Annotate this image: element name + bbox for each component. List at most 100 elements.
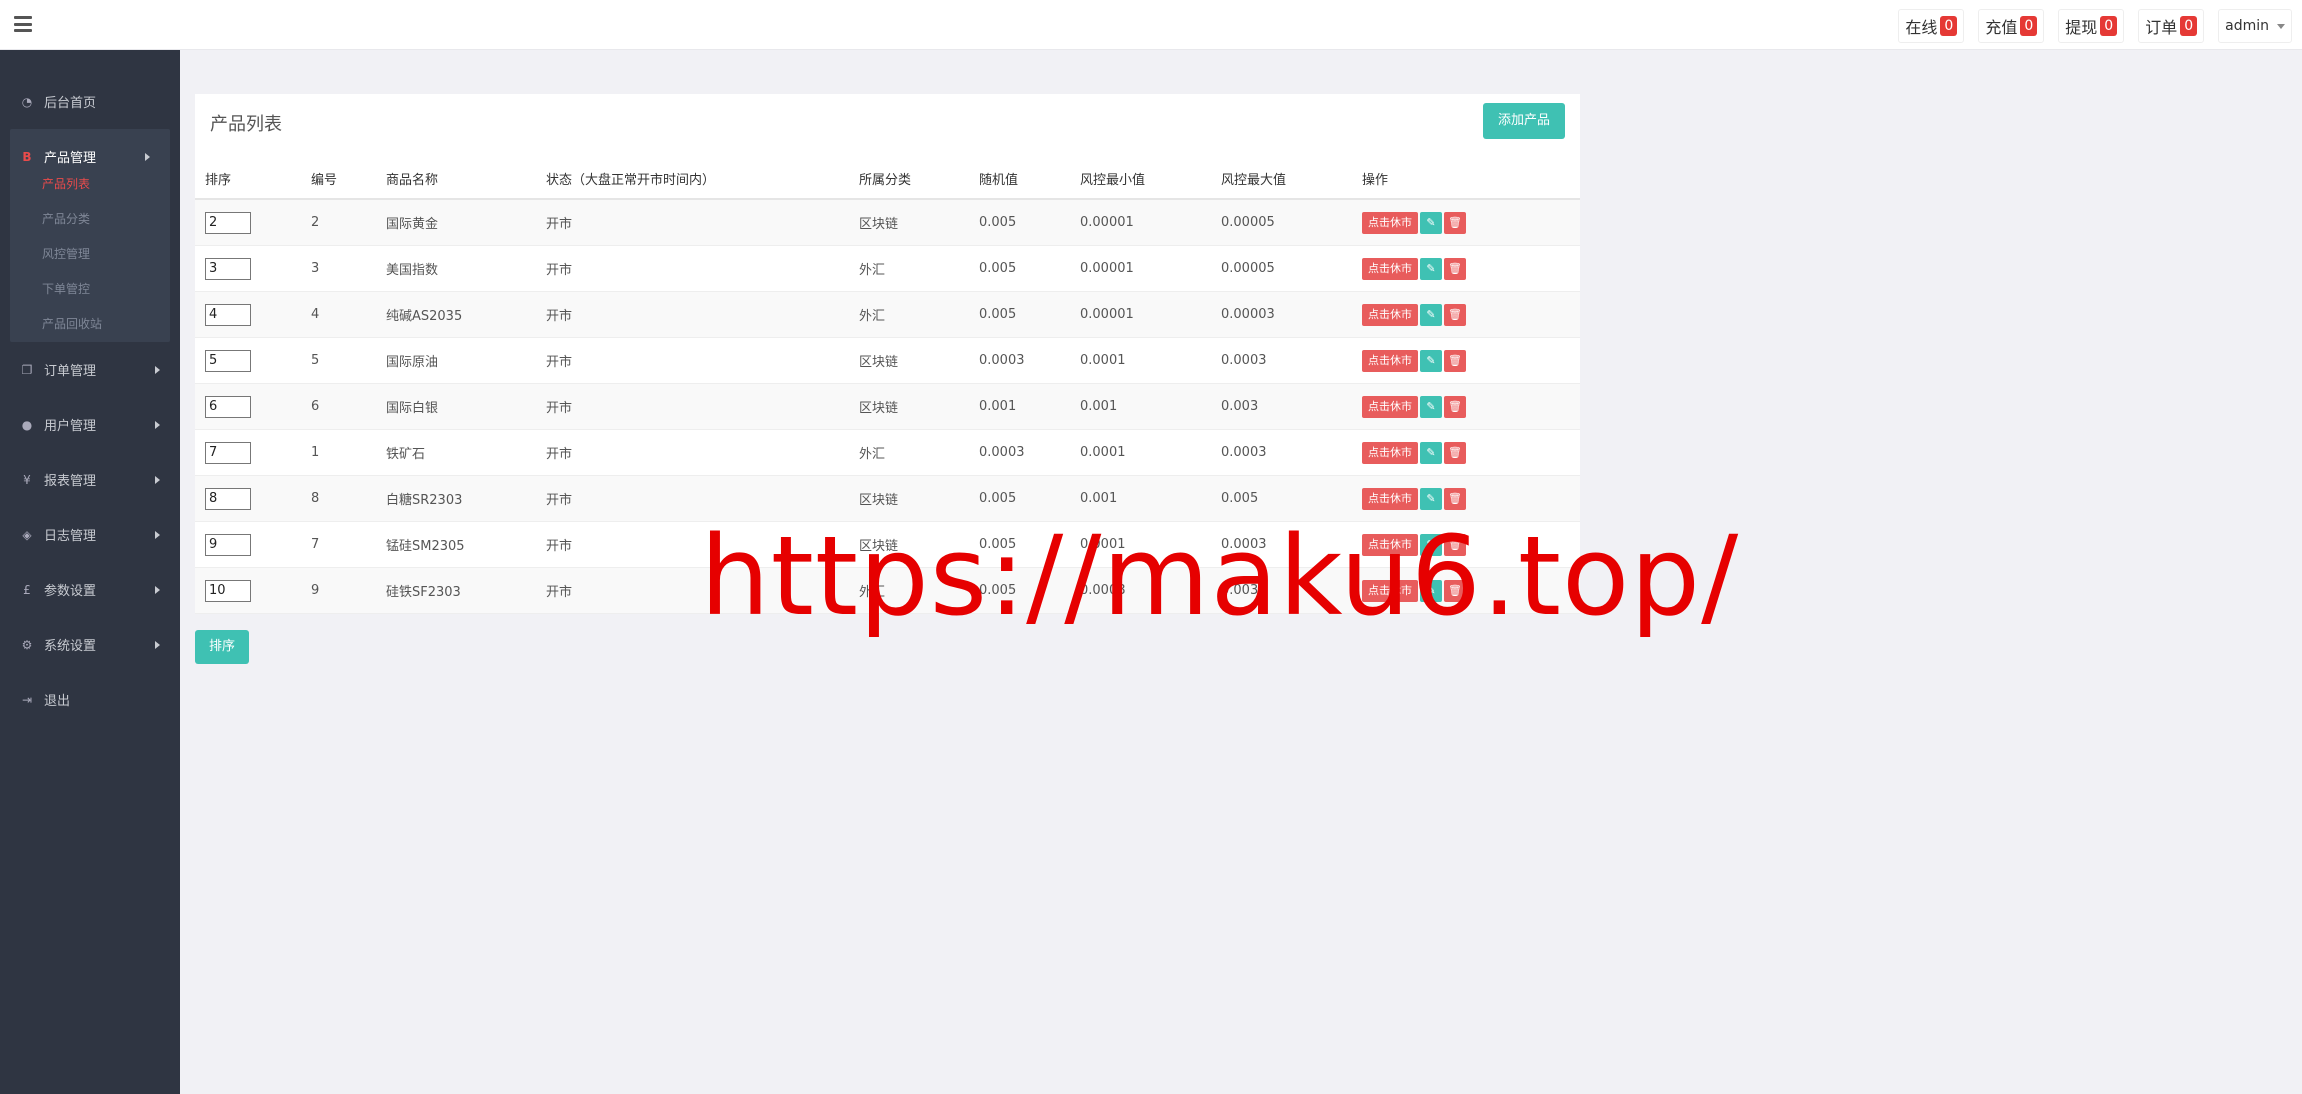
sidebar-sub-product-category[interactable]: 产品分类 [10,202,170,237]
column-header-max: 风控最大值 [1221,158,1362,200]
pencil-icon[interactable]: ✎ [1420,579,1442,602]
id-cell: 3 [311,245,386,292]
max-cell: 0.00005 [1221,245,1362,292]
sidebar-sub-recycle-bin[interactable]: 产品回收站 [10,307,170,342]
close-market-button[interactable]: 点击休市 [1362,349,1418,372]
withdraw-count-button[interactable]: 提现 0 [2058,9,2125,43]
sort-cell [195,199,311,246]
status-cell: 开市 [546,475,859,522]
pencil-icon[interactable]: ✎ [1420,441,1442,464]
category-cell: 外汇 [859,567,979,614]
recharge-count-button[interactable]: 充值 0 [1978,9,2045,43]
min-cell: 0.00001 [1080,291,1221,338]
max-cell: 0.0003 [1221,429,1362,476]
close-market-button[interactable]: 点击休市 [1362,533,1418,556]
sidebar-item-logs[interactable]: ◈ 日志管理 [0,507,180,562]
product-table: 排序 编号 商品名称 状态（大盘正常开市时间内） 所属分类 随机值 风控最小值 … [195,158,1580,614]
sort-input[interactable] [205,257,251,280]
sort-cell [195,383,311,430]
close-market-button[interactable]: 点击休市 [1362,487,1418,510]
sidebar-item-reports[interactable]: ¥ 报表管理 [0,452,180,507]
dashboard-icon: ◔ [21,94,33,109]
sort-input[interactable] [205,487,251,510]
sort-input[interactable] [205,533,251,556]
trash-icon[interactable]: 🗑 [1444,257,1466,280]
pencil-icon[interactable]: ✎ [1420,211,1442,234]
sidebar-item-label: 产品管理 [44,151,97,166]
sidebar-item-label: 退出 [44,694,71,709]
close-market-button[interactable]: 点击休市 [1362,395,1418,418]
close-market-button[interactable]: 点击休市 [1362,303,1418,326]
actions-cell: 点击休市 ✎ 🗑 [1362,567,1580,614]
table-row: 1铁矿石开市外汇0.00030.00010.0003点击休市✎🗑 [195,429,1580,476]
trash-icon[interactable]: 🗑 [1444,487,1466,510]
status-cell: 开市 [546,567,859,614]
sort-cell [195,429,311,476]
caret-right-icon [155,475,160,484]
order-label: 订单 [2145,18,2178,37]
actions-cell: 点击休市 ✎ 🗑 [1362,521,1580,568]
name-cell: 硅铁SF2303 [386,567,546,614]
user-menu[interactable]: admin [2218,9,2292,43]
sidebar-item-logout[interactable]: ⇥ 退出 [0,672,180,727]
trash-icon[interactable]: 🗑 [1444,441,1466,464]
caret-right-icon [155,365,160,374]
close-market-button[interactable]: 点击休市 [1362,211,1418,234]
online-count-button[interactable]: 在线 0 [1898,9,1965,43]
close-market-button[interactable]: 点击休市 [1362,441,1418,464]
order-count-button[interactable]: 订单 0 [2138,9,2205,43]
sort-input[interactable] [205,441,251,464]
sidebar-sub-risk-control[interactable]: 风控管理 [10,237,170,272]
trash-icon[interactable]: 🗑 [1444,533,1466,556]
trash-icon[interactable]: 🗑 [1444,303,1466,326]
sort-input[interactable] [205,349,251,372]
page-title: 产品列表 [210,114,282,135]
sort-cell [195,567,311,614]
sort-cell [195,521,311,568]
min-cell: 0.001 [1080,475,1221,522]
trash-icon[interactable]: 🗑 [1444,211,1466,234]
sidebar-item-label: 系统设置 [44,639,97,654]
sidebar-item-products[interactable]: B 产品管理 [10,129,170,184]
tags-icon: ◈ [22,527,32,542]
sidebar-item-system[interactable]: ⚙ 系统设置 [0,617,180,672]
pencil-icon[interactable]: ✎ [1420,257,1442,280]
sort-input[interactable] [205,579,251,602]
sort-input[interactable] [205,395,251,418]
id-cell: 7 [311,521,386,568]
sidebar-item-users[interactable]: ● 用户管理 [0,397,180,452]
chevron-down-icon [2277,23,2285,29]
max-cell: 0.00003 [1221,291,1362,338]
id-cell: 1 [311,429,386,476]
pencil-icon[interactable]: ✎ [1420,395,1442,418]
sidebar-item-orders[interactable]: ❐ 订单管理 [0,342,180,397]
category-cell: 外汇 [859,291,979,338]
sort-input[interactable] [205,303,251,326]
add-product-button[interactable]: 添加产品 [1483,103,1565,139]
trash-icon[interactable]: 🗑 [1444,579,1466,602]
yen-icon: ¥ [23,472,31,487]
sort-cell [195,245,311,292]
sort-submit-button[interactable]: 排序 [195,630,249,664]
close-market-button[interactable]: 点击休市 [1362,257,1418,280]
sidebar-item-home[interactable]: ◔ 后台首页 [0,74,180,129]
name-cell: 国际原油 [386,337,546,384]
sidebar-item-params[interactable]: £ 参数设置 [0,562,180,617]
trash-icon[interactable]: 🗑 [1444,395,1466,418]
pencil-icon[interactable]: ✎ [1420,349,1442,372]
pencil-icon[interactable]: ✎ [1420,303,1442,326]
pencil-icon[interactable]: ✎ [1420,533,1442,556]
close-market-button[interactable]: 点击休市 [1362,579,1418,602]
min-cell: 0.0001 [1080,337,1221,384]
pound-icon: £ [23,582,31,597]
random-cell: 0.005 [979,291,1080,338]
random-cell: 0.005 [979,475,1080,522]
sidebar-sub-order-control[interactable]: 下单管控 [10,272,170,307]
max-cell: 0.003 [1221,383,1362,430]
sort-input[interactable] [205,211,251,234]
table-row: 2国际黄金开市区块链0.0050.000010.00005点击休市✎🗑 [195,199,1580,246]
gears-icon: ⚙ [21,637,33,652]
pencil-icon[interactable]: ✎ [1420,487,1442,510]
menu-toggle-icon[interactable] [14,16,32,32]
trash-icon[interactable]: 🗑 [1444,349,1466,372]
